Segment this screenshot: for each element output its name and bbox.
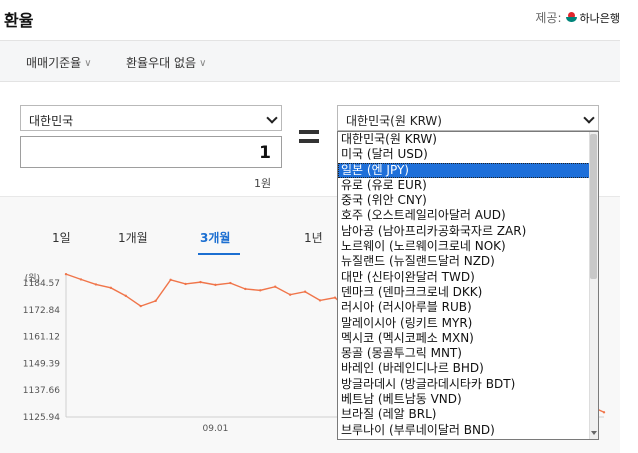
y-tick-label: 1125.94 xyxy=(23,413,60,423)
y-tick-label: 1149.39 xyxy=(23,359,60,369)
header: 환율 제공: 하나은행 xyxy=(0,0,638,36)
period-tab-1m[interactable]: 1개월 xyxy=(118,229,148,246)
currency-option[interactable]: 일본 (엔 JPY) xyxy=(338,162,598,178)
currency-option[interactable]: 방글라데시 (방글라데시타카 BDT) xyxy=(338,377,598,392)
rate-options-bar: 매매기준율 ∨ 환율우대 없음 ∨ xyxy=(0,40,620,82)
rate-type-label: 매매기준율 xyxy=(26,56,82,70)
currency-option[interactable]: 브루나이 (부루네이달러 BND) xyxy=(338,423,598,438)
to-currency-select[interactable]: 대한민국(원 KRW) xyxy=(337,105,599,131)
rate-data-point[interactable] xyxy=(139,304,142,308)
active-tab-indicator xyxy=(198,253,240,255)
rate-data-point[interactable] xyxy=(199,280,202,284)
currency-option[interactable]: 바레인 (바레인디나르 BHD) xyxy=(338,361,598,376)
rate-data-point[interactable] xyxy=(303,290,307,293)
currency-option[interactable]: 중국 (위안 CNY) xyxy=(338,193,598,208)
currency-option[interactable]: 유로 (유로 EUR) xyxy=(338,178,598,193)
currency-option[interactable]: 러시아 (러시아루블 RUB) xyxy=(338,300,598,315)
preferential-label: 환율우대 없음 xyxy=(126,56,197,70)
period-tab-1y[interactable]: 1년 xyxy=(304,229,323,246)
currency-option[interactable]: 뉴질랜드 (뉴질랜드달러 NZD) xyxy=(338,254,598,269)
rate-data-point[interactable] xyxy=(318,299,322,302)
rate-data-point[interactable] xyxy=(184,282,187,286)
x-tick-label: 09.01 xyxy=(203,424,229,434)
period-tab-3m[interactable]: 3개월 xyxy=(200,229,230,246)
rate-data-point[interactable] xyxy=(169,278,172,282)
currency-option[interactable]: 미국 (달러 USD) xyxy=(338,147,598,162)
y-tick-label: 1184.57 xyxy=(23,279,60,289)
provider-label: 제공: xyxy=(535,11,562,25)
scroll-down-icon[interactable] xyxy=(590,431,597,437)
period-tab-1d[interactable]: 1일 xyxy=(52,229,71,246)
preferential-rate-dropdown[interactable]: 환율우대 없음 ∨ xyxy=(126,54,206,71)
currency-option[interactable]: 노르웨이 (노르웨이크로네 NOK) xyxy=(338,239,598,254)
rate-data-point[interactable] xyxy=(602,411,606,414)
rate-data-point[interactable] xyxy=(64,272,68,276)
exchange-rate-widget: 환율 제공: 하나은행 매매기준율 ∨ 환율우대 없음 ∨ 대한민국 1 1원 대한… xyxy=(0,0,638,453)
rate-data-point[interactable] xyxy=(333,296,337,299)
currency-dropdown-list[interactable]: 대한민국(원 KRW) 미국 (달러 USD) 일본 (엔 JPY) 유로 (유로 E… xyxy=(337,131,599,440)
rate-data-point[interactable] xyxy=(124,294,127,298)
currency-option[interactable]: 호주 (오스트레일리아달러 AUD) xyxy=(338,208,598,223)
equals-icon xyxy=(299,130,319,144)
rate-data-point[interactable] xyxy=(244,287,247,291)
currency-options: 대한민국(원 KRW) 미국 (달러 USD) 일본 (엔 JPY) 유로 (유로 E… xyxy=(338,132,598,438)
y-tick-label: 1172.84 xyxy=(23,306,60,316)
rate-type-dropdown[interactable]: 매매기준율 ∨ xyxy=(26,54,92,71)
rate-data-point[interactable] xyxy=(109,286,113,290)
rate-data-point[interactable] xyxy=(94,283,98,286)
y-tick-label: 1161.12 xyxy=(23,333,60,343)
to-currency-value: 대한민국(원 KRW) xyxy=(346,114,442,128)
currency-option[interactable]: 덴마크 (덴마크크로네 DKK) xyxy=(338,285,598,300)
provider-info: 제공: 하나은행 xyxy=(535,9,620,26)
page-title: 환율 xyxy=(4,11,34,30)
rate-data-point[interactable] xyxy=(79,278,83,281)
currency-option[interactable]: 남아공 (남아프리카공화국자르 ZAR) xyxy=(338,224,598,239)
rate-data-point[interactable] xyxy=(229,281,232,285)
rate-data-point[interactable] xyxy=(288,293,292,296)
rate-data-point[interactable] xyxy=(259,289,262,292)
currency-option[interactable]: 멕시코 (멕시코페소 MXN) xyxy=(338,331,598,346)
currency-option[interactable]: 브라질 (레알 BRL) xyxy=(338,407,598,422)
from-currency-value: 대한민국 xyxy=(29,114,74,128)
hana-logo-icon xyxy=(565,12,577,23)
currency-option[interactable]: 베트남 (베트남동 VND) xyxy=(338,392,598,407)
rate-data-point[interactable] xyxy=(214,283,217,287)
currency-option[interactable]: 말레이시아 (링키트 MYR) xyxy=(338,316,598,331)
currency-option[interactable]: 대만 (신타이완달러 TWD) xyxy=(338,270,598,285)
y-tick-label: 1137.66 xyxy=(23,386,60,396)
from-currency-select[interactable]: 대한민국 xyxy=(20,105,282,131)
currency-option[interactable]: 대한민국(원 KRW) xyxy=(338,132,598,147)
chevron-down-icon: ∨ xyxy=(199,58,207,69)
chevron-down-icon: ∨ xyxy=(84,58,92,69)
scrollbar-thumb[interactable] xyxy=(590,134,597,279)
dropdown-scrollbar[interactable] xyxy=(589,132,598,439)
converted-unit-label: 1원 xyxy=(254,177,272,190)
provider-name: 하나은행 xyxy=(579,11,620,25)
rate-data-point[interactable] xyxy=(154,299,157,303)
hana-bank-logo[interactable]: 하나은행 xyxy=(565,10,620,26)
currency-option[interactable]: 몽골 (몽골투그릭 MNT) xyxy=(338,346,598,361)
amount-input[interactable]: 1 xyxy=(20,136,282,168)
rate-data-point[interactable] xyxy=(274,285,277,288)
